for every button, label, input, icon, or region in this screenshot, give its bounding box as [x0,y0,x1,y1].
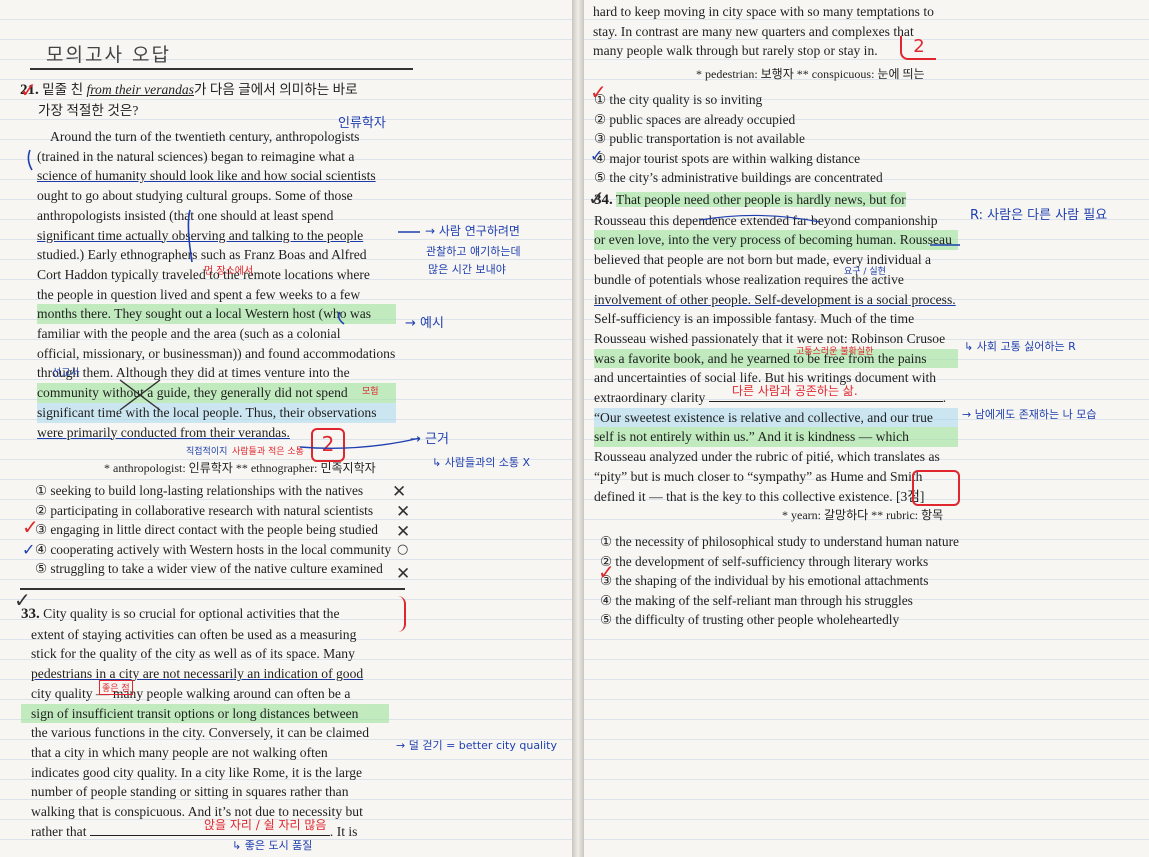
pen-strokes [27,149,960,450]
bracket-stroke [27,149,33,171]
notebook-spread: 모의고사 오답 21. 밑줄 친 from their verandas가 다음… [0,0,1149,857]
underline-stroke [699,214,821,223]
arrow-stroke [299,437,421,450]
bracket-stroke [337,311,345,325]
bracket-stroke [187,209,193,263]
